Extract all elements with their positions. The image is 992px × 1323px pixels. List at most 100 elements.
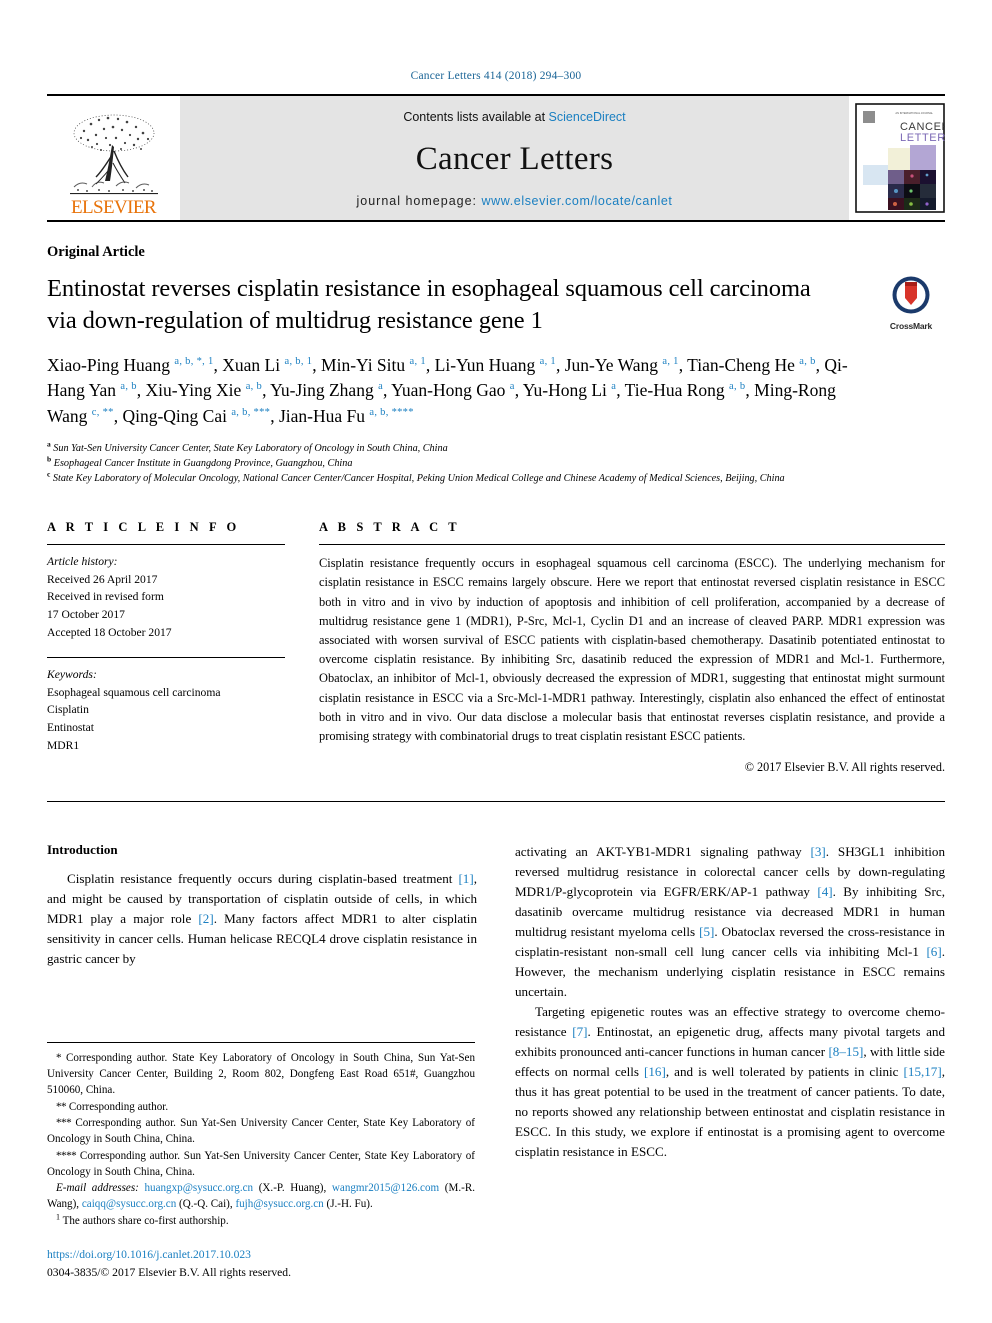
footnote-text: Corresponding author. State Key Laborato…: [47, 1051, 475, 1097]
article-info-rule: [47, 544, 285, 546]
email-label: E-mail addresses:: [56, 1182, 139, 1195]
cofirst-text: The authors share co-first authorship.: [62, 1214, 229, 1227]
footnote-mark: **: [56, 1100, 67, 1113]
citation-ref[interactable]: [3]: [811, 844, 826, 859]
contents-prefix: Contents lists available at: [403, 110, 549, 124]
email-link[interactable]: wangmr2015@126.com: [332, 1182, 439, 1194]
article-type: Original Article: [47, 244, 145, 260]
text-run: activating an AKT-YB1-MDR1 signaling pat…: [515, 844, 811, 860]
contents-available-line: Contents lists available at ScienceDirec…: [403, 110, 625, 124]
abstract-copyright: © 2017 Elsevier B.V. All rights reserved…: [744, 760, 945, 775]
page-title: Entinostat reverses cisplatin resistance…: [47, 275, 811, 334]
email-link[interactable]: huangxp@sysucc.org.cn: [144, 1182, 253, 1194]
article-history-label: Article history:: [47, 555, 118, 569]
citation-ref[interactable]: [5]: [699, 924, 714, 939]
article-info-column: A R T I C L E I N F O Article history: R…: [47, 520, 285, 775]
article-info-heading: A R T I C L E I N F O: [47, 520, 240, 535]
email-owner: (X.-P. Huang): [258, 1182, 324, 1195]
citation-ref[interactable]: [6]: [926, 944, 941, 959]
affiliation-list: a Sun Yat-Sen University Cancer Center, …: [47, 439, 902, 486]
affiliation-text: Sun Yat-Sen University Cancer Center, St…: [53, 442, 448, 454]
keywords-rule: [47, 657, 285, 659]
citation-ref[interactable]: [8–15]: [828, 1044, 863, 1059]
journal-title: Cancer Letters: [415, 140, 614, 177]
citation-ref[interactable]: [15,17]: [904, 1064, 942, 1079]
keywords-label: Keywords:: [47, 668, 97, 682]
intro-paragraph-2: activating an AKT-YB1-MDR1 signaling pat…: [515, 842, 945, 1001]
footnote-item: *** Corresponding author. Sun Yat-Sen Un…: [47, 1115, 475, 1148]
footnote-text: Corresponding author.: [68, 1100, 169, 1113]
email-link[interactable]: caiqq@sysucc.org.cn: [82, 1198, 176, 1210]
history-item: Received in revised form: [47, 590, 164, 604]
footnote-item: * Corresponding author. State Key Labora…: [47, 1050, 475, 1099]
email-link[interactable]: fujh@sysucc.org.cn: [235, 1198, 323, 1210]
crossmark-icon: [892, 276, 930, 314]
citation-ref[interactable]: [1]: [458, 871, 473, 886]
svg-text:LETTERS: LETTERS: [900, 132, 945, 144]
title-row: Entinostat reverses cisplatin resistance…: [47, 273, 945, 337]
affiliation-mark: c: [47, 469, 51, 479]
footnote-text: Corresponding author. Sun Yat-Sen Univer…: [47, 1149, 476, 1178]
keyword-item: Entinostat: [47, 721, 95, 734]
footnote-text: Corresponding author. Sun Yat-Sen Univer…: [47, 1116, 475, 1146]
footnote-block: * Corresponding author. State Key Labora…: [47, 1041, 475, 1229]
footnote-mark: ****: [56, 1149, 77, 1162]
text-run: Cisplatin resistance frequently occurs d…: [67, 871, 459, 887]
doi-link[interactable]: https://doi.org/10.1016/j.canlet.2017.10…: [47, 1248, 477, 1261]
affiliation-item: b Esophageal Cancer Institute in Guangdo…: [47, 454, 902, 471]
abstract-rule: [319, 544, 945, 546]
abstract-heading: A B S T R A C T: [319, 520, 461, 535]
svg-text:AN INTERNATIONAL JOURNAL: AN INTERNATIONAL JOURNAL: [895, 111, 933, 115]
issn-copyright: 0304-3835/© 2017 Elsevier B.V. All right…: [47, 1266, 291, 1279]
keyword-item: Esophageal squamous cell carcinoma: [47, 685, 221, 699]
sciencedirect-link[interactable]: ScienceDirect: [549, 110, 626, 124]
intro-paragraph-1: Cisplatin resistance frequently occurs d…: [47, 869, 477, 968]
intro-paragraph-3: Targeting epigenetic routes was an effec…: [515, 1002, 945, 1161]
journal-masthead: ELSEVIER Contents lists available at Sci…: [47, 94, 945, 222]
elsevier-logo: ELSEVIER: [47, 96, 180, 220]
affiliation-mark: a: [47, 439, 51, 449]
citation-ref[interactable]: [4]: [817, 884, 832, 899]
affiliation-mark: b: [47, 454, 52, 464]
keyword-item: Cisplatin: [47, 703, 89, 717]
abstract-column: A B S T R A C T Cisplatin resistance fre…: [319, 520, 945, 775]
affiliation-item: a Sun Yat-Sen University Cancer Center, …: [47, 439, 902, 456]
footnote-mark: *: [56, 1051, 62, 1064]
footnote-item: **** Corresponding author. Sun Yat-Sen U…: [47, 1148, 475, 1181]
info-abstract-section: A R T I C L E I N F O Article history: R…: [47, 520, 945, 775]
history-item: Received 26 April 2017: [47, 572, 158, 586]
journal-homepage-link[interactable]: www.elsevier.com/locate/canlet: [482, 194, 673, 208]
elsevier-tree-icon: [69, 114, 158, 195]
affiliation-text: State Key Laboratory of Molecular Oncolo…: [52, 473, 785, 485]
homepage-prefix: journal homepage:: [356, 194, 482, 208]
text-run: , and is well tolerated by patients in c…: [665, 1064, 904, 1080]
running-head: Cancer Letters 414 (2018) 294–300: [410, 70, 582, 82]
article-page: Cancer Letters 414 (2018) 294–300 ELSEVI…: [0, 0, 992, 1323]
crossmark-label: CrossMark: [889, 321, 933, 331]
history-item: Accepted 18 October 2017: [47, 625, 172, 639]
crossmark-badge[interactable]: CrossMark: [877, 275, 945, 331]
citation-ref[interactable]: [2]: [198, 911, 213, 926]
affiliation-item: c State Key Laboratory of Molecular Onco…: [47, 469, 902, 486]
citation-ref[interactable]: [16]: [644, 1064, 666, 1079]
section-divider: [47, 801, 945, 803]
journal-homepage-line: journal homepage: www.elsevier.com/locat…: [356, 194, 672, 208]
article-history-block: Article history: Received 26 April 2017 …: [47, 553, 285, 641]
abstract-text: Cisplatin resistance frequently occurs i…: [319, 556, 945, 744]
history-item: 17 October 2017: [47, 607, 125, 621]
email-footnote: E-mail addresses: huangxp@sysucc.org.cn …: [47, 1182, 475, 1211]
masthead-center: Contents lists available at ScienceDirec…: [180, 96, 849, 220]
keywords-block: Keywords: Esophageal squamous cell carci…: [47, 666, 285, 754]
email-owner: (Q.-Q. Cai): [179, 1198, 230, 1211]
body-column-right: activating an AKT-YB1-MDR1 signaling pat…: [515, 842, 945, 1161]
affiliation-text: Esophageal Cancer Institute in Guangdong…: [53, 457, 353, 469]
page-footer: * Corresponding author. State Key Labora…: [47, 1026, 477, 1279]
author-list: Xiao-Ping Huang a, b, *, 1, Xuan Li a, b…: [47, 354, 848, 427]
citation-ref[interactable]: [7]: [572, 1024, 587, 1039]
introduction-heading: Introduction: [47, 842, 118, 858]
cofirst-footnote: 1 The authors share co-first authorship.: [47, 1213, 475, 1229]
footnote-item: ** Corresponding author.: [47, 1099, 475, 1115]
cofirst-mark: 1: [56, 1212, 60, 1222]
footnote-mark: ***: [56, 1116, 72, 1129]
elsevier-wordmark: ELSEVIER: [71, 197, 157, 218]
